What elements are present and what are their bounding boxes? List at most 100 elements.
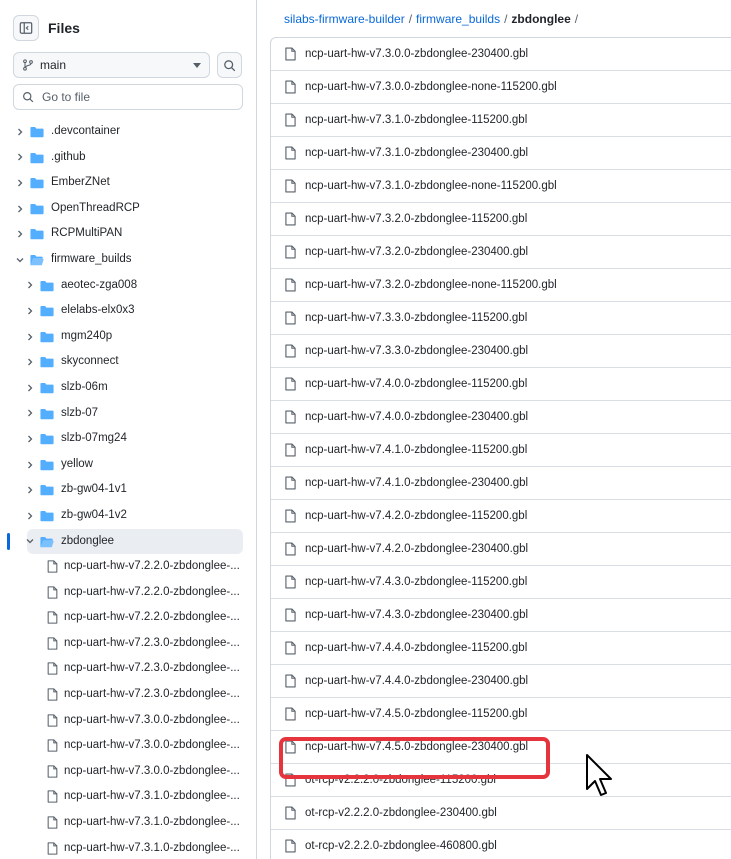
file-name-link[interactable]: ncp-uart-hw-v7.3.3.0-zbdonglee-115200.gb… bbox=[305, 312, 527, 324]
tree-file-item[interactable]: ncp-uart-hw-v7.2.2.0-zbdonglee-... bbox=[0, 554, 256, 580]
tree-file-item[interactable]: ncp-uart-hw-v7.2.2.0-zbdonglee-... bbox=[0, 580, 256, 606]
tree-file-item[interactable]: ncp-uart-hw-v7.3.0.0-zbdonglee-... bbox=[0, 708, 256, 734]
chevron-right-icon[interactable] bbox=[25, 511, 35, 521]
file-name-link[interactable]: ncp-uart-hw-v7.4.1.0-zbdonglee-115200.gb… bbox=[305, 444, 527, 456]
tree-toggle[interactable] bbox=[25, 434, 35, 444]
file-row[interactable]: ncp-uart-hw-v7.4.1.0-zbdonglee-115200.gb… bbox=[271, 434, 731, 467]
file-row[interactable]: ncp-uart-hw-v7.4.0.0-zbdonglee-230400.gb… bbox=[271, 401, 731, 434]
tree-folder-item[interactable]: zbdonglee bbox=[0, 528, 256, 555]
file-row[interactable]: ncp-uart-hw-v7.4.2.0-zbdonglee-115200.gb… bbox=[271, 500, 731, 533]
branch-selector[interactable]: main bbox=[13, 52, 210, 78]
go-to-file-input[interactable] bbox=[42, 90, 222, 104]
tree-toggle[interactable] bbox=[15, 204, 25, 214]
file-row[interactable]: ncp-uart-hw-v7.3.1.0-zbdonglee-230400.gb… bbox=[271, 137, 731, 170]
chevron-right-icon[interactable] bbox=[15, 229, 25, 239]
tree-toggle[interactable] bbox=[25, 280, 35, 290]
tree-file-item[interactable]: ncp-uart-hw-v7.3.0.0-zbdonglee-... bbox=[0, 733, 256, 759]
file-row[interactable]: ncp-uart-hw-v7.3.3.0-zbdonglee-230400.gb… bbox=[271, 335, 731, 368]
breadcrumb-repo-link[interactable]: silabs-firmware-builder bbox=[284, 12, 405, 26]
tree-file-item[interactable]: ncp-uart-hw-v7.3.0.0-zbdonglee-... bbox=[0, 759, 256, 785]
tree-toggle[interactable] bbox=[25, 383, 35, 393]
tree-folder-item[interactable]: slzb-07mg24 bbox=[0, 426, 256, 452]
tree-toggle[interactable] bbox=[15, 255, 25, 265]
file-row[interactable]: ncp-uart-hw-v7.3.2.0-zbdonglee-115200.gb… bbox=[271, 203, 731, 236]
file-row[interactable]: ncp-uart-hw-v7.4.0.0-zbdonglee-115200.gb… bbox=[271, 368, 731, 401]
tree-folder-item[interactable]: zb-gw04-1v2 bbox=[0, 503, 256, 529]
chevron-down-icon[interactable] bbox=[15, 255, 25, 265]
tree-toggle[interactable] bbox=[15, 152, 25, 162]
file-name-link[interactable]: ncp-uart-hw-v7.3.2.0-zbdonglee-none-1152… bbox=[305, 279, 557, 291]
file-row[interactable]: ot-rcp-v2.2.2.0-zbdonglee-230400.gbl bbox=[271, 797, 731, 830]
tree-folder-item[interactable]: slzb-07 bbox=[0, 401, 256, 427]
file-name-link[interactable]: ncp-uart-hw-v7.3.3.0-zbdonglee-230400.gb… bbox=[305, 345, 528, 357]
chevron-right-icon[interactable] bbox=[25, 383, 35, 393]
tree-toggle[interactable] bbox=[25, 511, 35, 521]
chevron-right-icon[interactable] bbox=[25, 485, 35, 495]
chevron-right-icon[interactable] bbox=[25, 408, 35, 418]
file-name-link[interactable]: ncp-uart-hw-v7.4.3.0-zbdonglee-230400.gb… bbox=[305, 609, 528, 621]
chevron-right-icon[interactable] bbox=[15, 178, 25, 188]
tree-file-item[interactable]: ncp-uart-hw-v7.3.1.0-zbdonglee-... bbox=[0, 836, 256, 859]
tree-folder-item[interactable]: yellow bbox=[0, 452, 256, 478]
file-name-link[interactable]: ncp-uart-hw-v7.3.2.0-zbdonglee-115200.gb… bbox=[305, 213, 527, 225]
file-row[interactable]: ncp-uart-hw-v7.4.1.0-zbdonglee-230400.gb… bbox=[271, 467, 731, 500]
chevron-right-icon[interactable] bbox=[25, 332, 35, 342]
tree-toggle[interactable] bbox=[25, 332, 35, 342]
tree-file-item[interactable]: ncp-uart-hw-v7.3.1.0-zbdonglee-... bbox=[0, 784, 256, 810]
tree-folder-item[interactable]: firmware_builds bbox=[0, 247, 256, 273]
tree-toggle[interactable] bbox=[25, 306, 35, 316]
file-row[interactable]: ncp-uart-hw-v7.4.2.0-zbdonglee-230400.gb… bbox=[271, 533, 731, 566]
chevron-right-icon[interactable] bbox=[15, 152, 25, 162]
file-row[interactable]: ncp-uart-hw-v7.4.3.0-zbdonglee-115200.gb… bbox=[271, 566, 731, 599]
go-to-file-field[interactable] bbox=[13, 84, 243, 110]
file-row[interactable]: ncp-uart-hw-v7.3.3.0-zbdonglee-115200.gb… bbox=[271, 302, 731, 335]
tree-folder-item[interactable]: aeotec-zga008 bbox=[0, 273, 256, 299]
tree-toggle[interactable] bbox=[15, 229, 25, 239]
tree-toggle[interactable] bbox=[25, 408, 35, 418]
chevron-right-icon[interactable] bbox=[25, 460, 35, 470]
chevron-right-icon[interactable] bbox=[25, 280, 35, 290]
sidebar-collapse-button[interactable] bbox=[13, 15, 39, 41]
file-name-link[interactable]: ot-rcp-v2.2.2.0-zbdonglee-460800.gbl bbox=[305, 840, 497, 852]
file-name-link[interactable]: ncp-uart-hw-v7.4.0.0-zbdonglee-230400.gb… bbox=[305, 411, 528, 423]
file-name-link[interactable]: ncp-uart-hw-v7.4.5.0-zbdonglee-115200.gb… bbox=[305, 708, 527, 720]
file-name-link[interactable]: ncp-uart-hw-v7.4.2.0-zbdonglee-230400.gb… bbox=[305, 543, 528, 555]
chevron-right-icon[interactable] bbox=[25, 434, 35, 444]
file-row[interactable]: ncp-uart-hw-v7.4.3.0-zbdonglee-230400.gb… bbox=[271, 599, 731, 632]
tree-folder-item[interactable]: .github bbox=[0, 145, 256, 171]
tree-file-item[interactable]: ncp-uart-hw-v7.2.3.0-zbdonglee-... bbox=[0, 656, 256, 682]
chevron-down-icon[interactable] bbox=[25, 536, 35, 546]
tree-folder-item[interactable]: OpenThreadRCP bbox=[0, 196, 256, 222]
file-name-link[interactable]: ncp-uart-hw-v7.4.2.0-zbdonglee-115200.gb… bbox=[305, 510, 527, 522]
breadcrumb-folder-link[interactable]: firmware_builds bbox=[416, 12, 500, 26]
file-row[interactable]: ncp-uart-hw-v7.4.4.0-zbdonglee-115200.gb… bbox=[271, 632, 731, 665]
chevron-right-icon[interactable] bbox=[25, 357, 35, 367]
file-name-link[interactable]: ncp-uart-hw-v7.4.4.0-zbdonglee-230400.gb… bbox=[305, 675, 528, 687]
tree-folder-item[interactable]: .devcontainer bbox=[0, 119, 256, 145]
tree-toggle[interactable] bbox=[25, 536, 35, 546]
tree-toggle[interactable] bbox=[15, 127, 25, 137]
tree-file-item[interactable]: ncp-uart-hw-v7.2.3.0-zbdonglee-... bbox=[0, 631, 256, 657]
file-name-link[interactable]: ncp-uart-hw-v7.4.3.0-zbdonglee-115200.gb… bbox=[305, 576, 527, 588]
tree-folder-item[interactable]: EmberZNet bbox=[0, 170, 256, 196]
file-row[interactable]: ncp-uart-hw-v7.3.0.0-zbdonglee-none-1152… bbox=[271, 71, 731, 104]
tree-toggle[interactable] bbox=[25, 357, 35, 367]
tree-toggle[interactable] bbox=[25, 460, 35, 470]
file-name-link[interactable]: ncp-uart-hw-v7.3.0.0-zbdonglee-none-1152… bbox=[305, 81, 557, 93]
chevron-right-icon[interactable] bbox=[15, 204, 25, 214]
search-button[interactable] bbox=[217, 52, 242, 78]
file-row[interactable]: ncp-uart-hw-v7.3.0.0-zbdonglee-230400.gb… bbox=[271, 38, 731, 71]
file-name-link[interactable]: ncp-uart-hw-v7.3.0.0-zbdonglee-230400.gb… bbox=[305, 48, 528, 60]
tree-toggle[interactable] bbox=[15, 178, 25, 188]
tree-folder-item[interactable]: zb-gw04-1v1 bbox=[0, 477, 256, 503]
file-name-link[interactable]: ncp-uart-hw-v7.3.1.0-zbdonglee-none-1152… bbox=[305, 180, 557, 192]
chevron-right-icon[interactable] bbox=[15, 127, 25, 137]
file-name-link[interactable]: ncp-uart-hw-v7.4.4.0-zbdonglee-115200.gb… bbox=[305, 642, 527, 654]
chevron-right-icon[interactable] bbox=[25, 306, 35, 316]
file-row[interactable]: ncp-uart-hw-v7.3.2.0-zbdonglee-none-1152… bbox=[271, 269, 731, 302]
file-name-link[interactable]: ncp-uart-hw-v7.3.2.0-zbdonglee-230400.gb… bbox=[305, 246, 528, 258]
tree-toggle[interactable] bbox=[25, 485, 35, 495]
tree-file-item[interactable]: ncp-uart-hw-v7.3.1.0-zbdonglee-... bbox=[0, 810, 256, 836]
tree-folder-item[interactable]: skyconnect bbox=[0, 349, 256, 375]
tree-file-item[interactable]: ncp-uart-hw-v7.2.2.0-zbdonglee-... bbox=[0, 605, 256, 631]
